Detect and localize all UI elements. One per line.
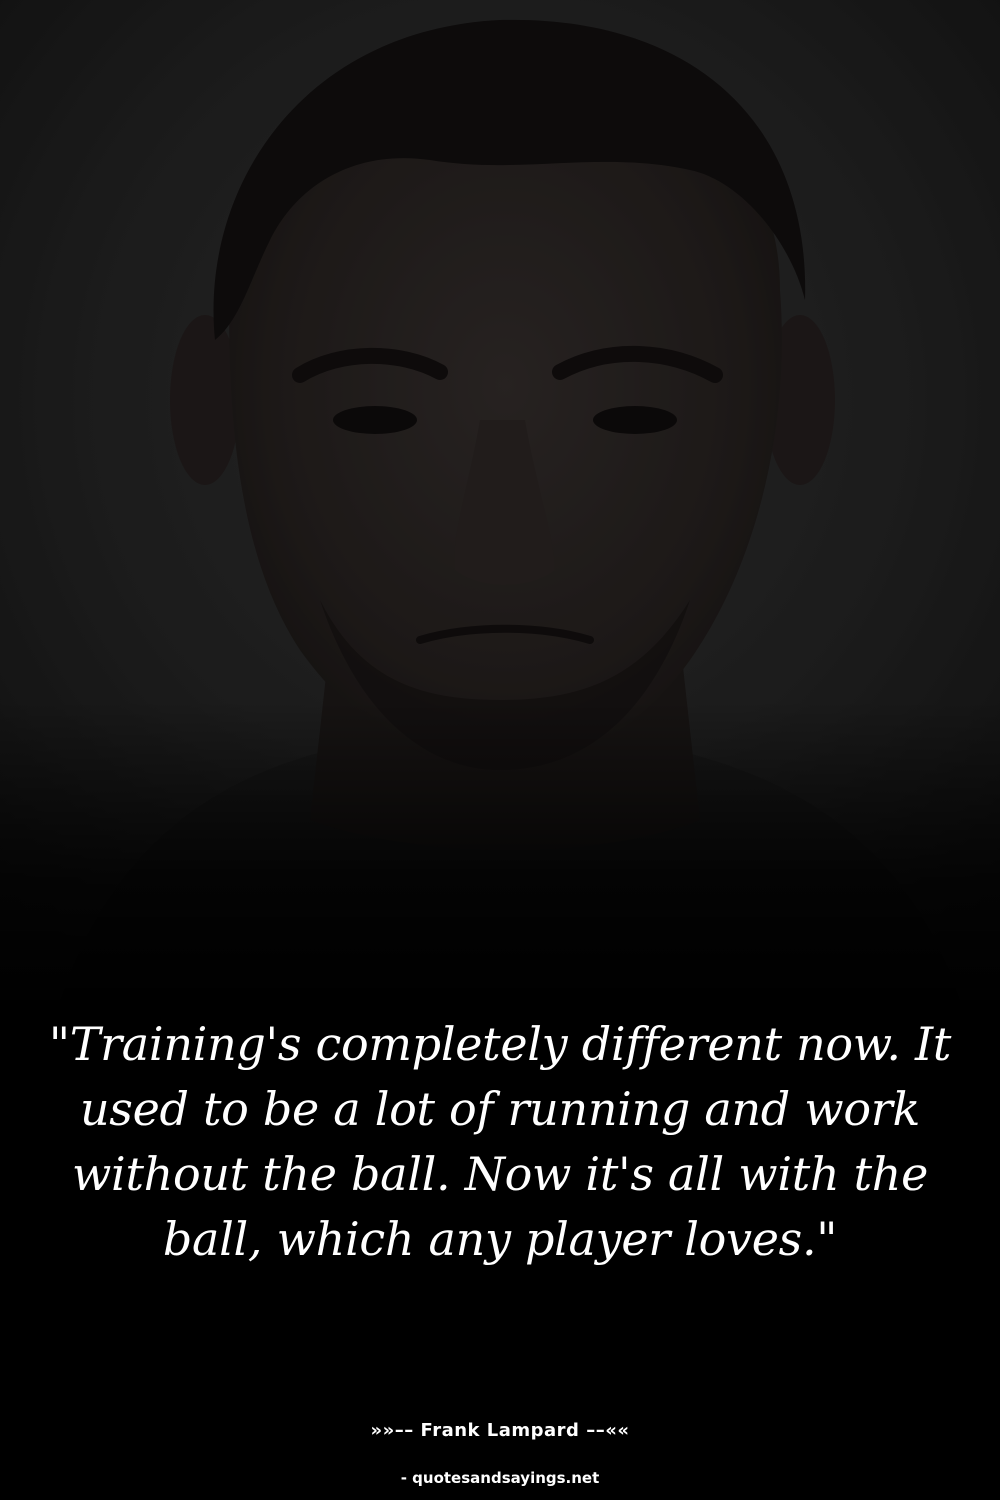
- source-credit: - quotesandsayings.net: [400, 1469, 600, 1487]
- quote-author: »»–– Frank Lampard ––««: [370, 1420, 630, 1441]
- photo-fade-overlay: [0, 700, 1000, 1020]
- quote-poster: "Training's completely different now. It…: [0, 0, 1000, 1500]
- quote-text: "Training's completely different now. It…: [48, 1017, 952, 1266]
